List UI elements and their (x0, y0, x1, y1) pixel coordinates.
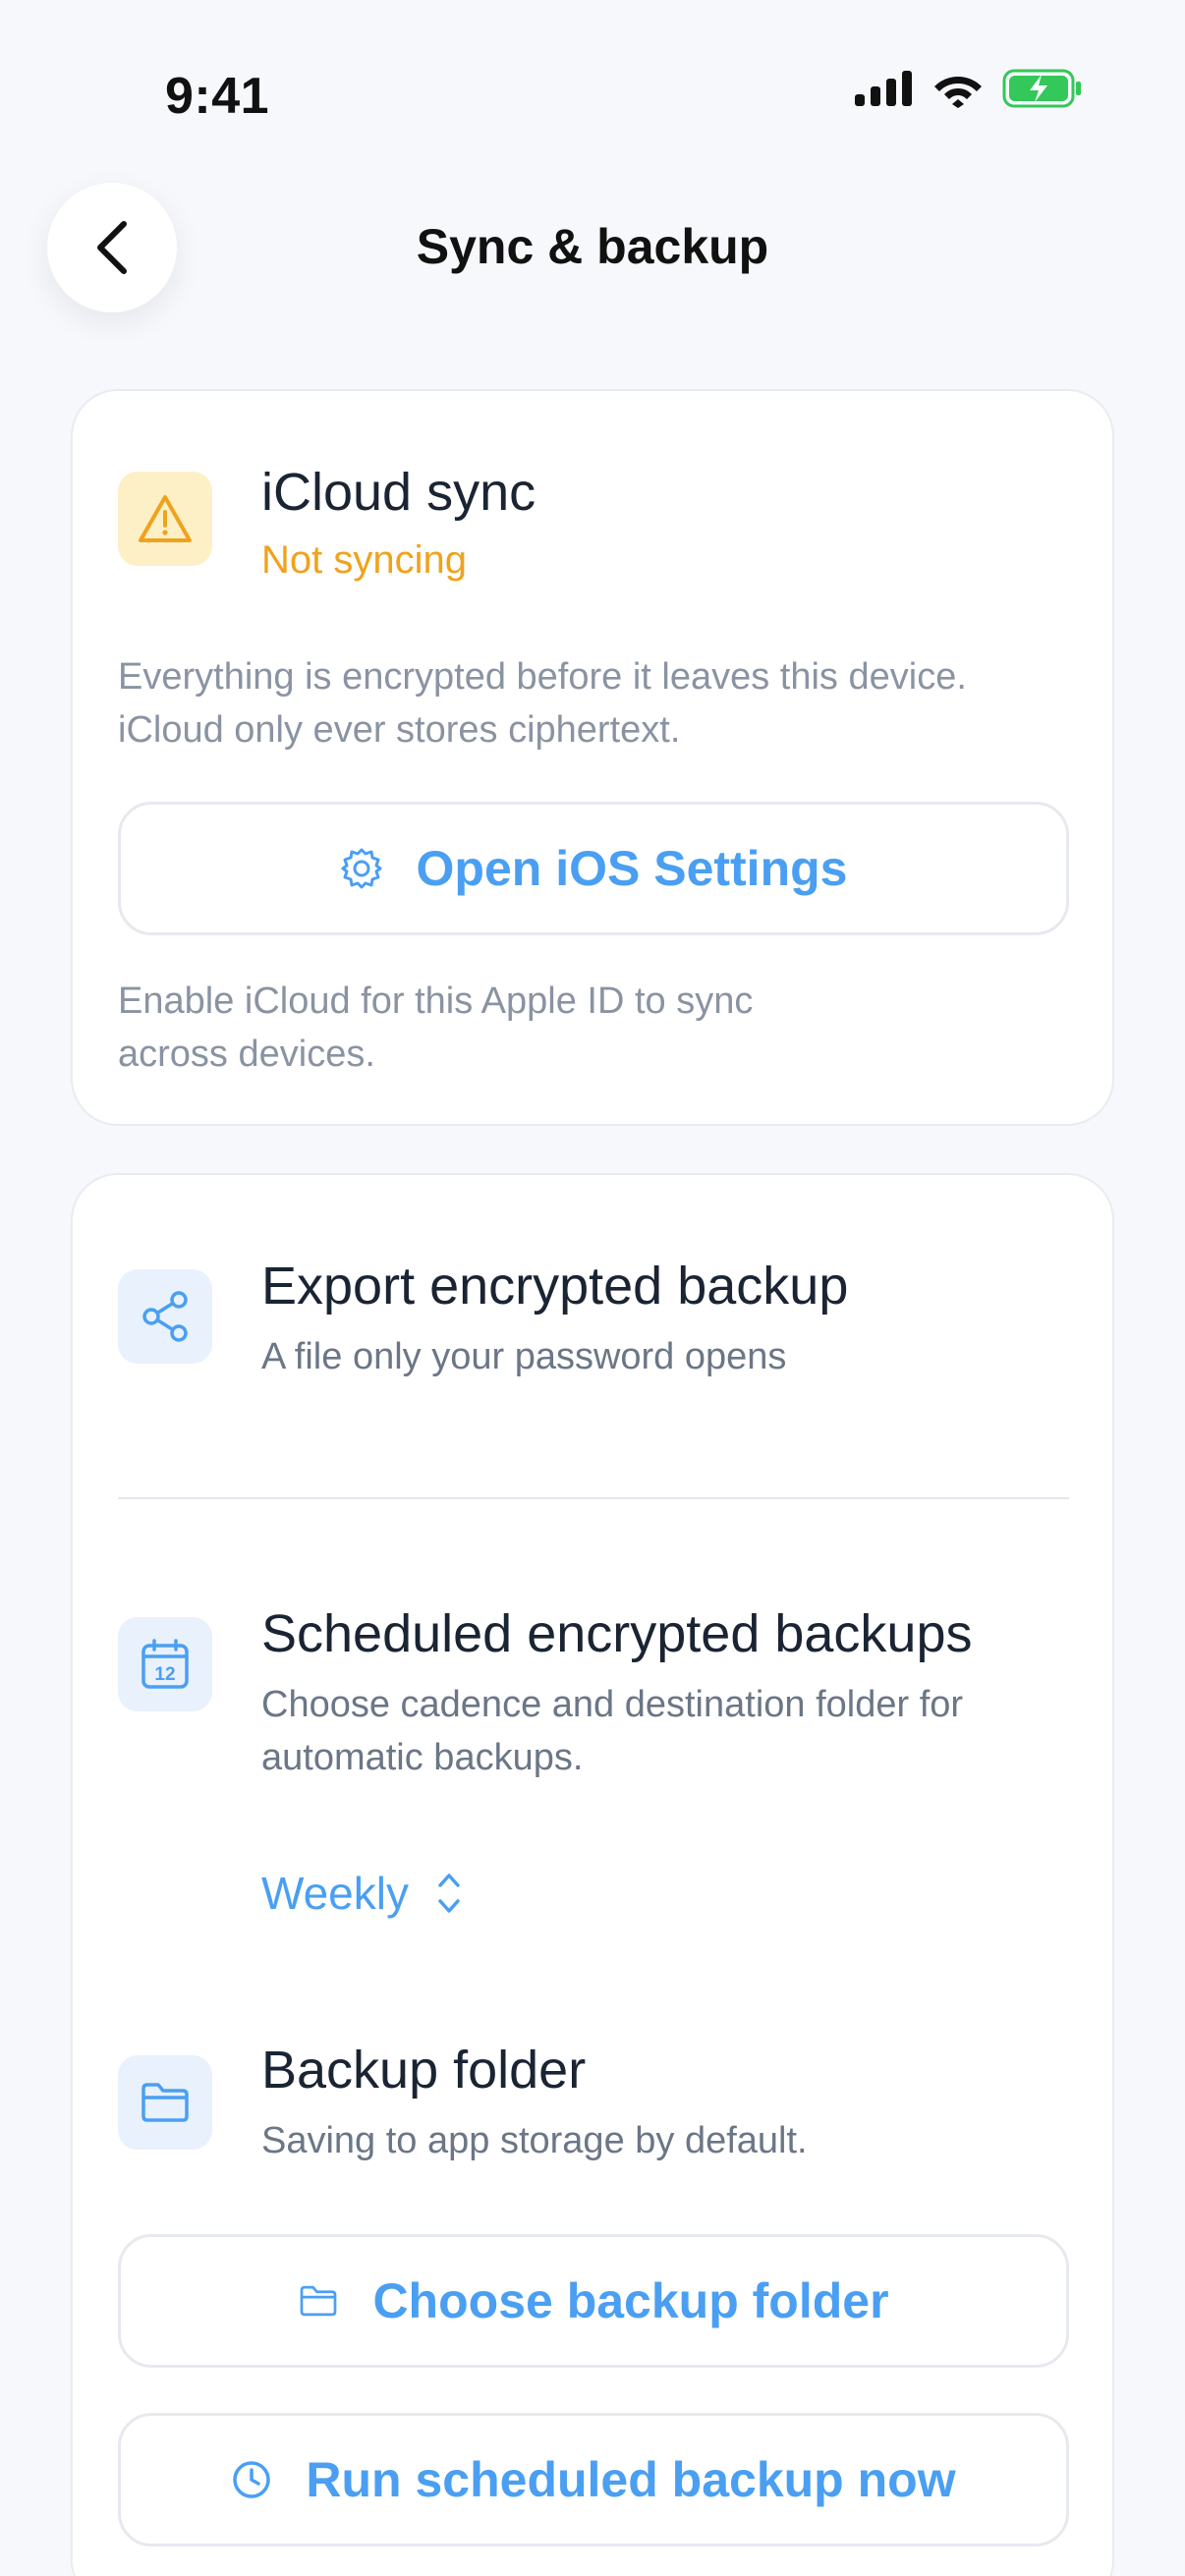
warning-triangle-icon (139, 495, 192, 542)
share-icon (142, 1291, 188, 1342)
open-ios-settings-label: Open iOS Settings (416, 841, 848, 896)
status-icons (855, 69, 1083, 108)
gear-icon (341, 848, 382, 889)
up-down-chevron-icon (438, 1874, 460, 1913)
icloud-hint-line: Enable iCloud for this Apple ID to sync (118, 980, 754, 1022)
choose-backup-folder-button[interactable]: Choose backup folder (118, 2234, 1069, 2368)
run-backup-now-label: Run scheduled backup now (306, 2452, 956, 2507)
icloud-hint: Enable iCloud for this Apple ID to sync … (118, 975, 753, 1081)
calendar-day-number: 12 (154, 1664, 175, 1685)
icloud-hint-line: across devices. (118, 1034, 375, 1075)
encryption-description-line: Everything is encrypted before it leaves… (118, 656, 967, 698)
page-title: Sync & backup (416, 219, 769, 274)
export-backup-title: Export encrypted backup (261, 1257, 849, 1316)
cellular-signal-icon (855, 71, 912, 106)
backup-card: Export encrypted backup A file only your… (71, 1173, 1114, 2576)
wifi-icon (934, 77, 982, 108)
run-backup-now-button[interactable]: Run scheduled backup now (118, 2413, 1069, 2547)
battery-charging-icon (1002, 69, 1081, 108)
calendar-icon-tile: 12 (118, 1617, 212, 1711)
status-time: 9:41 (165, 68, 270, 125)
backup-folder-subtitle: Saving to app storage by default. (261, 2120, 808, 2161)
choose-backup-folder-label: Choose backup folder (372, 2273, 889, 2328)
encryption-description-line: iCloud only ever stores ciphertext. (118, 709, 681, 751)
share-icon-tile (118, 1269, 212, 1364)
cadence-picker[interactable]: Weekly (261, 1867, 462, 1920)
screen: 9:41 Sync & backup iCloud sync Not synci… (0, 0, 1185, 2576)
scheduled-backups-subtitle: Choose cadence and destination folder fo… (261, 1678, 963, 1784)
warning-icon-tile (118, 472, 212, 566)
clock-icon (233, 2461, 271, 2498)
open-ios-settings-button[interactable]: Open iOS Settings (118, 802, 1069, 935)
scheduled-backups-title: Scheduled encrypted backups (261, 1604, 973, 1663)
sync-status-label: Not syncing (261, 538, 467, 582)
icloud-sync-card: iCloud sync Not syncing Everything is en… (71, 389, 1114, 1126)
cadence-value: Weekly (261, 1868, 409, 1919)
scheduled-backups-subtitle-line: automatic backups. (261, 1737, 584, 1778)
calendar-icon: 12 (141, 1639, 189, 1689)
icloud-sync-title: iCloud sync (261, 463, 536, 522)
scheduled-backups-subtitle-line: Choose cadence and destination folder fo… (261, 1684, 964, 1725)
encryption-description: Everything is encrypted before it leaves… (118, 650, 967, 756)
folder-icon-tile (118, 2055, 212, 2150)
export-backup-subtitle: A file only your password opens (261, 1336, 787, 1377)
folder-icon (301, 2285, 337, 2317)
folder-icon (141, 2083, 189, 2122)
backup-folder-title: Backup folder (261, 2041, 587, 2100)
section-divider (118, 1497, 1069, 1499)
